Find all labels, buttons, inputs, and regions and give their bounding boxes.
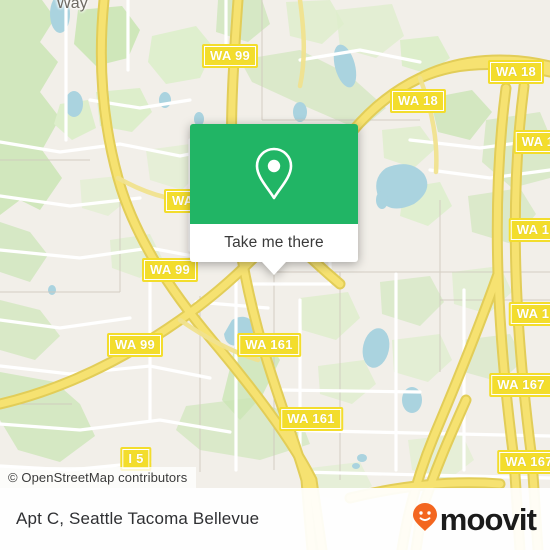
moovit-smile-pin-icon [412, 502, 438, 537]
popup-card-tail [262, 262, 286, 275]
highway-shield[interactable]: WA 18 [389, 89, 447, 113]
location-pin-icon [252, 146, 296, 202]
highway-shield-label: WA 1 [516, 306, 550, 321]
highway-shield-label: WA 18 [397, 93, 439, 108]
highway-shield[interactable]: WA 1 [508, 302, 550, 326]
location-title: Apt C, Seattle Tacoma Bellevue [16, 509, 260, 528]
highway-shield[interactable]: WA 18 [487, 60, 545, 84]
highway-shield-label: WA 167 [505, 454, 550, 469]
highway-shield[interactable]: WA 1 [508, 218, 550, 242]
highway-shield[interactable]: WA 161 [279, 407, 343, 431]
highway-shield-label: WA 99 [209, 48, 251, 63]
destination-popup-card[interactable]: Take me there [190, 124, 358, 275]
popup-card-header [190, 124, 358, 224]
map-attribution[interactable]: © OpenStreetMap contributors [0, 467, 197, 488]
take-me-there-button[interactable]: Take me there [190, 224, 358, 262]
highway-shield[interactable]: WA 167 [489, 373, 550, 397]
moovit-logo[interactable]: moovit [412, 501, 537, 537]
highway-shield-label: WA 18 [495, 64, 537, 79]
highway-shield-label: WA 99 [149, 262, 191, 277]
footer-bar: Apt C, Seattle Tacoma Bellevue moovit [0, 488, 550, 550]
highway-shield[interactable]: WA 1 [513, 130, 550, 154]
highway-shield-label: WA 167 [497, 377, 545, 392]
highway-shield-label: WA 161 [287, 411, 335, 426]
take-me-there-label: Take me there [224, 234, 324, 251]
highway-shield[interactable]: WA 167 [497, 450, 550, 474]
highway-shield-label: WA 161 [245, 337, 293, 352]
map-screen: Way WA 99WA 18WA 18WA 99WA 1WA 1WA 99WA … [0, 0, 550, 550]
highway-shield[interactable]: WA 99 [106, 333, 164, 357]
highway-shield-label: I 5 [128, 451, 144, 466]
highway-shield-label: WA 1 [516, 222, 550, 237]
highway-shield[interactable]: WA 99 [201, 44, 259, 68]
highway-shield-label: WA 1 [521, 134, 550, 149]
moovit-wordmark: moovit [439, 501, 537, 537]
highway-shield[interactable]: WA 161 [237, 333, 301, 357]
highway-shield-label: WA 99 [114, 337, 156, 352]
